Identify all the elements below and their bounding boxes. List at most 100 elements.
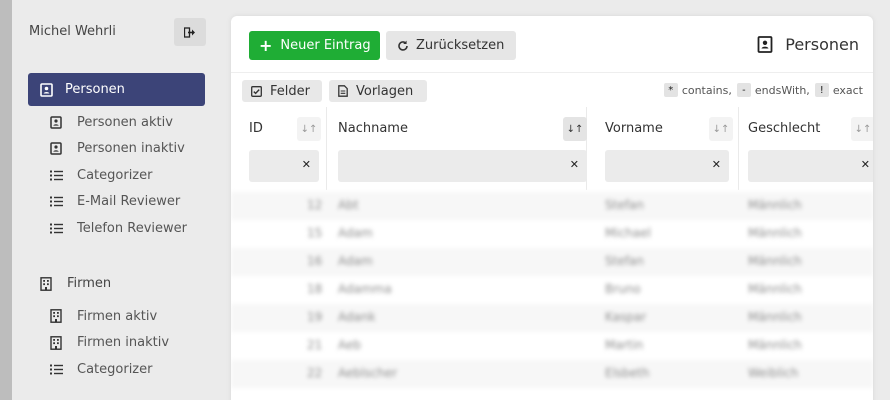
cell-vorname: Kaspar — [605, 310, 647, 324]
column-header-label: ID — [249, 121, 263, 136]
cell-vorname: Elsbeth — [605, 366, 650, 380]
column-header-geschlecht[interactable]: Geschlecht ↓↑ ✕ — [739, 107, 873, 190]
legend-key: - — [736, 83, 751, 97]
templates-button[interactable]: Vorlagen — [329, 80, 427, 102]
nav-item-telefon-reviewer[interactable]: Telefon Reviewer — [50, 215, 187, 242]
contact-book-icon — [50, 116, 77, 129]
table-row[interactable]: 19 Adank Kaspar Männlich — [231, 304, 873, 332]
nav-item-label: Personen — [65, 82, 125, 97]
contact-book-icon — [50, 142, 77, 155]
sort-icon[interactable]: ↓↑ — [297, 117, 321, 141]
nav-item-label: Telefon Reviewer — [77, 220, 187, 236]
cell-nachname: Aeblscher — [338, 366, 398, 380]
cell-nachname: Adam — [338, 254, 373, 268]
cell-id: 18 — [307, 282, 323, 296]
cell-geschlecht: Männlich — [748, 338, 802, 352]
table-row[interactable]: 12 Abt Stefan Männlich — [231, 192, 873, 220]
column-header-label: Geschlecht — [748, 121, 821, 136]
cell-nachname: Adank — [338, 310, 376, 324]
cell-vorname: Stefan — [605, 254, 644, 268]
nav-item-label: E-Mail Reviewer — [77, 194, 181, 210]
logout-button[interactable] — [174, 18, 206, 46]
user-name: Michel Wehrli — [29, 24, 116, 39]
building-icon — [40, 276, 52, 291]
filter-input-geschlecht[interactable]: ✕ — [748, 150, 873, 182]
cell-nachname: Adamma — [338, 282, 392, 296]
nav-item-label: Categorizer — [77, 167, 153, 183]
list-icon — [50, 223, 77, 234]
nav-item-personen-inaktiv[interactable]: Personen inaktiv — [50, 136, 187, 163]
clear-filter-icon[interactable]: ✕ — [861, 158, 870, 171]
logout-icon — [183, 23, 196, 42]
cell-geschlecht: Männlich — [748, 254, 802, 268]
new-entry-label: Neuer Eintrag — [280, 38, 371, 53]
nav-item-label: Firmen inaktiv — [77, 335, 170, 351]
page-title-text: Personen — [785, 35, 859, 54]
table-row[interactable]: 21 Aeb Martin Männlich — [231, 332, 873, 360]
nav-item-firmen-inaktiv[interactable]: Firmen inaktiv — [50, 330, 169, 357]
legend-key: * — [663, 83, 678, 97]
column-header-nachname[interactable]: Nachname ↓↑ ✕ — [327, 107, 587, 190]
building-icon — [50, 335, 77, 350]
cell-id: 19 — [307, 310, 323, 324]
cell-id: 22 — [307, 366, 323, 380]
list-icon — [50, 364, 77, 375]
filter-input-nachname[interactable]: ✕ — [338, 150, 587, 182]
sidebar: Michel Wehrli Personen Personen aktiv Pe… — [12, 0, 220, 400]
persons-submenu: Personen aktiv Personen inaktiv Categori… — [50, 109, 187, 242]
legend-label: contains, — [681, 83, 732, 97]
contact-book-icon — [40, 82, 53, 97]
clear-filter-icon[interactable]: ✕ — [712, 158, 721, 171]
table-row[interactable]: 18 Adamma Bruno Männlich — [231, 276, 873, 304]
nav-item-categorizer[interactable]: Categorizer — [50, 162, 187, 189]
nav-item-firmen[interactable]: Firmen — [40, 276, 111, 291]
document-icon — [338, 85, 348, 97]
companies-submenu: Firmen aktiv Firmen inaktiv Categorizer — [50, 303, 169, 383]
cell-geschlecht: Männlich — [748, 226, 802, 240]
column-header-label: Nachname — [338, 121, 408, 136]
table-row[interactable]: 16 Adam Stefan Männlich — [231, 248, 873, 276]
nav-item-firmen-aktiv[interactable]: Firmen aktiv — [50, 303, 169, 330]
nav-item-firmen-categorizer[interactable]: Categorizer — [50, 356, 169, 383]
grid-toolbar: Felder Vorlagen * contains, - endsWith, … — [231, 73, 873, 107]
cell-geschlecht: Männlich — [748, 282, 802, 296]
new-entry-button[interactable]: + Neuer Eintrag — [249, 31, 380, 60]
list-icon — [50, 170, 77, 181]
cell-nachname: Adam — [338, 226, 373, 240]
sort-icon[interactable]: ↓↑ — [563, 117, 587, 141]
nav-item-personen-aktiv[interactable]: Personen aktiv — [50, 109, 187, 136]
panel-header: + Neuer Eintrag Zurücksetzen Personen — [231, 16, 873, 73]
fields-label: Felder — [270, 83, 310, 99]
legend-label: endsWith, — [754, 83, 810, 97]
nav-item-label: Firmen aktiv — [77, 308, 158, 324]
cell-id: 12 — [307, 198, 323, 212]
cell-vorname: Bruno — [605, 282, 641, 296]
column-header-id[interactable]: ID ↓↑ ✕ — [231, 107, 327, 190]
sort-icon[interactable]: ↓↑ — [851, 117, 873, 141]
column-header-label: Vorname — [605, 121, 663, 136]
window-edge — [0, 0, 12, 400]
legend-label: exact — [832, 83, 863, 97]
table-row[interactable]: 15 Adam Michael Männlich — [231, 220, 873, 248]
nav-item-email-reviewer[interactable]: E-Mail Reviewer — [50, 189, 187, 216]
table-row[interactable]: 22 Aeblscher Elsbeth Weiblich — [231, 360, 873, 388]
cell-id: 21 — [307, 338, 323, 352]
column-header-vorname[interactable]: Vorname ↓↑ ✕ — [587, 107, 739, 190]
filter-input-vorname[interactable]: ✕ — [605, 150, 729, 182]
building-icon — [50, 309, 77, 324]
cell-geschlecht: Weiblich — [748, 366, 799, 380]
filter-input-id[interactable]: ✕ — [249, 150, 319, 182]
reset-button[interactable]: Zurücksetzen — [386, 31, 516, 60]
nav-item-personen[interactable]: Personen — [28, 73, 205, 106]
clear-filter-icon[interactable]: ✕ — [570, 158, 579, 171]
main-panel: + Neuer Eintrag Zurücksetzen Personen Fe… — [231, 16, 873, 400]
sort-icon[interactable]: ↓↑ — [709, 117, 733, 141]
contact-book-icon — [757, 36, 773, 53]
cell-geschlecht: Männlich — [748, 310, 802, 324]
clear-filter-icon[interactable]: ✕ — [302, 158, 311, 171]
page-title: Personen — [757, 35, 859, 54]
fields-button[interactable]: Felder — [242, 80, 322, 102]
cell-nachname: Abt — [338, 198, 359, 212]
list-icon — [50, 196, 77, 207]
plus-icon: + — [259, 35, 273, 55]
